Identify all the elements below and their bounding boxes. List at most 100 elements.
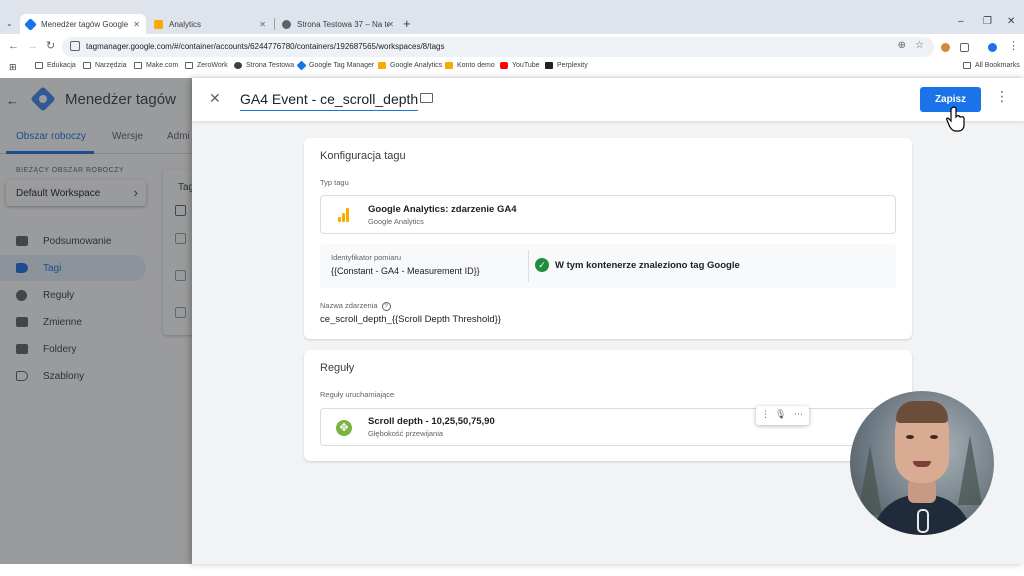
firing-triggers-label: Reguły uruchamiające bbox=[320, 390, 395, 399]
tag-name-input[interactable]: GA4 Event - ce_scroll_depth bbox=[240, 91, 419, 111]
bookmark-youtube[interactable]: YouTube bbox=[500, 62, 540, 69]
presenter-eye bbox=[906, 435, 914, 439]
bookmark-label: Make.com bbox=[146, 62, 179, 69]
microphone bbox=[917, 509, 929, 533]
divider bbox=[528, 250, 529, 282]
bookmark-label: Narzędzia bbox=[95, 62, 127, 69]
browser-tab-analytics[interactable]: Analytics ✕ bbox=[148, 14, 272, 34]
google-tag-found-text: W tym kontenerze znaleziono tag Google bbox=[555, 260, 740, 271]
bookmarks-bar: ⊞ Edukacja Narzędzia Make.com ZeroWork S… bbox=[0, 60, 1024, 76]
trigger-type: Głębokość przewijania bbox=[368, 429, 444, 438]
background-tree bbox=[858, 445, 882, 515]
tab-separator bbox=[274, 18, 275, 30]
gtm-icon bbox=[296, 60, 307, 71]
bookmark-label: Strona Testowa bbox=[246, 62, 295, 69]
tab-title: Menedżer tagów Google bbox=[41, 19, 129, 29]
tag-type-name: Google Analytics: zdarzenie GA4 bbox=[368, 204, 517, 215]
tag-type-selector[interactable]: Google Analytics: zdarzenie GA4 Google A… bbox=[320, 195, 896, 234]
address-bar[interactable]: tagmanager.google.com/#/container/accoun… bbox=[62, 37, 934, 57]
url-text[interactable]: tagmanager.google.com/#/container/accoun… bbox=[86, 42, 444, 51]
tag-type-label: Typ tagu bbox=[320, 178, 349, 187]
event-name-label-row: Nazwa zdarzenia? bbox=[320, 301, 391, 311]
globe-icon bbox=[234, 62, 242, 69]
bookmark-label: YouTube bbox=[512, 62, 540, 69]
help-icon[interactable]: ? bbox=[381, 301, 391, 311]
bookmark-label: Google Tag Manager bbox=[309, 62, 375, 69]
new-tab-icon[interactable]: + bbox=[403, 17, 411, 31]
youtube-icon bbox=[500, 62, 508, 69]
analytics-icon bbox=[378, 62, 386, 69]
bookmark-zerowork[interactable]: ZeroWork bbox=[185, 62, 228, 69]
check-circle-icon: ✓ bbox=[535, 258, 549, 272]
browser-menu-icon[interactable]: ⋮ bbox=[1008, 39, 1019, 53]
folder-icon bbox=[35, 62, 43, 69]
triggers-card: Reguły Reguły uruchamiające ✥ Scroll dep… bbox=[304, 350, 912, 461]
extension-icon[interactable] bbox=[941, 43, 950, 52]
folder-icon bbox=[185, 62, 193, 69]
restore-icon[interactable]: ❐ bbox=[983, 16, 992, 27]
drag-handle-icon[interactable]: ⋮ bbox=[761, 409, 770, 420]
bookmark-perplexity[interactable]: Perplexity bbox=[545, 62, 588, 69]
back-icon[interactable]: ← bbox=[8, 39, 19, 53]
card-title: Reguły bbox=[320, 362, 355, 374]
perplexity-icon bbox=[545, 62, 553, 69]
tag-configuration-card: Konfiguracja tagu Typ tagu Google Analyt… bbox=[304, 138, 912, 339]
zoom-icon[interactable]: ⊕ bbox=[898, 40, 906, 51]
bookmark-konto-demo[interactable]: Konto demo bbox=[445, 62, 495, 69]
site-info-icon[interactable] bbox=[70, 41, 80, 51]
apps-grid-icon[interactable]: ⊞ bbox=[9, 62, 17, 73]
bookmark-label: Konto demo bbox=[457, 62, 495, 69]
editor-header: ✕ GA4 Event - ce_scroll_depth Zapisz ⋮ bbox=[192, 78, 1024, 132]
modal-overlay[interactable] bbox=[0, 78, 192, 564]
bookmark-gtm[interactable]: Google Tag Manager bbox=[296, 60, 375, 71]
more-options-icon[interactable]: ⋮ bbox=[995, 89, 1009, 103]
hand-cursor-icon bbox=[946, 106, 965, 132]
close-tab-icon[interactable]: ✕ bbox=[133, 20, 140, 29]
more-icon[interactable]: ⋯ bbox=[794, 409, 803, 420]
folder-icon bbox=[83, 62, 91, 69]
all-bookmarks[interactable]: All Bookmarks bbox=[963, 62, 1020, 69]
tab-list-chevron-icon[interactable]: ⌄ bbox=[6, 19, 13, 28]
event-name-field[interactable]: ce_scroll_depth_{{Scroll Depth Threshold… bbox=[320, 314, 501, 325]
reload-icon[interactable]: ↻ bbox=[46, 39, 55, 53]
close-tab-icon[interactable]: ✕ bbox=[387, 20, 394, 29]
measurement-id-field[interactable]: {{Constant - GA4 - Measurement ID}} bbox=[331, 266, 480, 276]
browser-tab-gtm[interactable]: Menedżer tagów Google ✕ bbox=[20, 14, 146, 34]
forward-icon[interactable]: → bbox=[27, 39, 38, 53]
bookmark-star-icon[interactable]: ☆ bbox=[915, 40, 924, 51]
card-title: Konfiguracja tagu bbox=[320, 150, 406, 162]
folder-icon[interactable] bbox=[420, 93, 433, 103]
trigger-item[interactable]: ✥ Scroll depth - 10,25,50,75,90 Głębokoś… bbox=[320, 408, 896, 446]
gtm-favicon-icon bbox=[24, 17, 37, 31]
browser-tab-bar: ⌄ Menedżer tagów Google ✕ Analytics ✕ St… bbox=[0, 0, 1024, 34]
microphone-icon[interactable]: 🎙 bbox=[775, 409, 786, 420]
bookmark-narzedzia[interactable]: Narzędzia bbox=[83, 62, 127, 69]
bookmark-make[interactable]: Make.com bbox=[134, 62, 178, 69]
gtm-workspace-background: ← Menedżer tagów Obszar roboczy Wersje A… bbox=[0, 78, 194, 564]
extensions-puzzle-icon[interactable] bbox=[960, 43, 969, 52]
globe-favicon-icon bbox=[282, 19, 291, 29]
bookmark-ga[interactable]: Google Analytics bbox=[378, 62, 442, 69]
profile-avatar-icon[interactable] bbox=[988, 43, 997, 52]
background-tree bbox=[958, 435, 982, 505]
presenter-hair bbox=[896, 401, 948, 423]
window-close-icon[interactable]: ✕ bbox=[1007, 16, 1015, 27]
tab-title: Analytics bbox=[169, 19, 202, 29]
scroll-trigger-icon: ✥ bbox=[336, 420, 352, 436]
bookmark-edukacja[interactable]: Edukacja bbox=[35, 62, 76, 69]
bookmark-strona-testowa[interactable]: Strona Testowa bbox=[234, 62, 294, 69]
close-tab-icon[interactable]: ✕ bbox=[259, 20, 266, 29]
close-icon[interactable]: ✕ bbox=[209, 90, 221, 107]
bookmark-label: Google Analytics bbox=[390, 62, 443, 69]
analytics-favicon-icon bbox=[154, 19, 163, 29]
presenter-eye bbox=[930, 435, 938, 439]
browser-tab-test-page[interactable]: Strona Testowa 37 – Na tej stro ✕ bbox=[276, 14, 400, 34]
trigger-name: Scroll depth - 10,25,50,75,90 bbox=[368, 416, 495, 427]
bookmark-label: All Bookmarks bbox=[975, 62, 1020, 69]
tab-title: Strona Testowa 37 – Na tej stro bbox=[297, 19, 389, 29]
folder-icon bbox=[963, 62, 971, 69]
measurement-id-row: Identyfikator pomiaru {{Constant - GA4 -… bbox=[320, 244, 896, 288]
minimize-icon[interactable]: – bbox=[958, 16, 964, 27]
browser-toolbar: ← → ↻ tagmanager.google.com/#/container/… bbox=[0, 34, 1024, 60]
analytics-icon bbox=[445, 62, 453, 69]
